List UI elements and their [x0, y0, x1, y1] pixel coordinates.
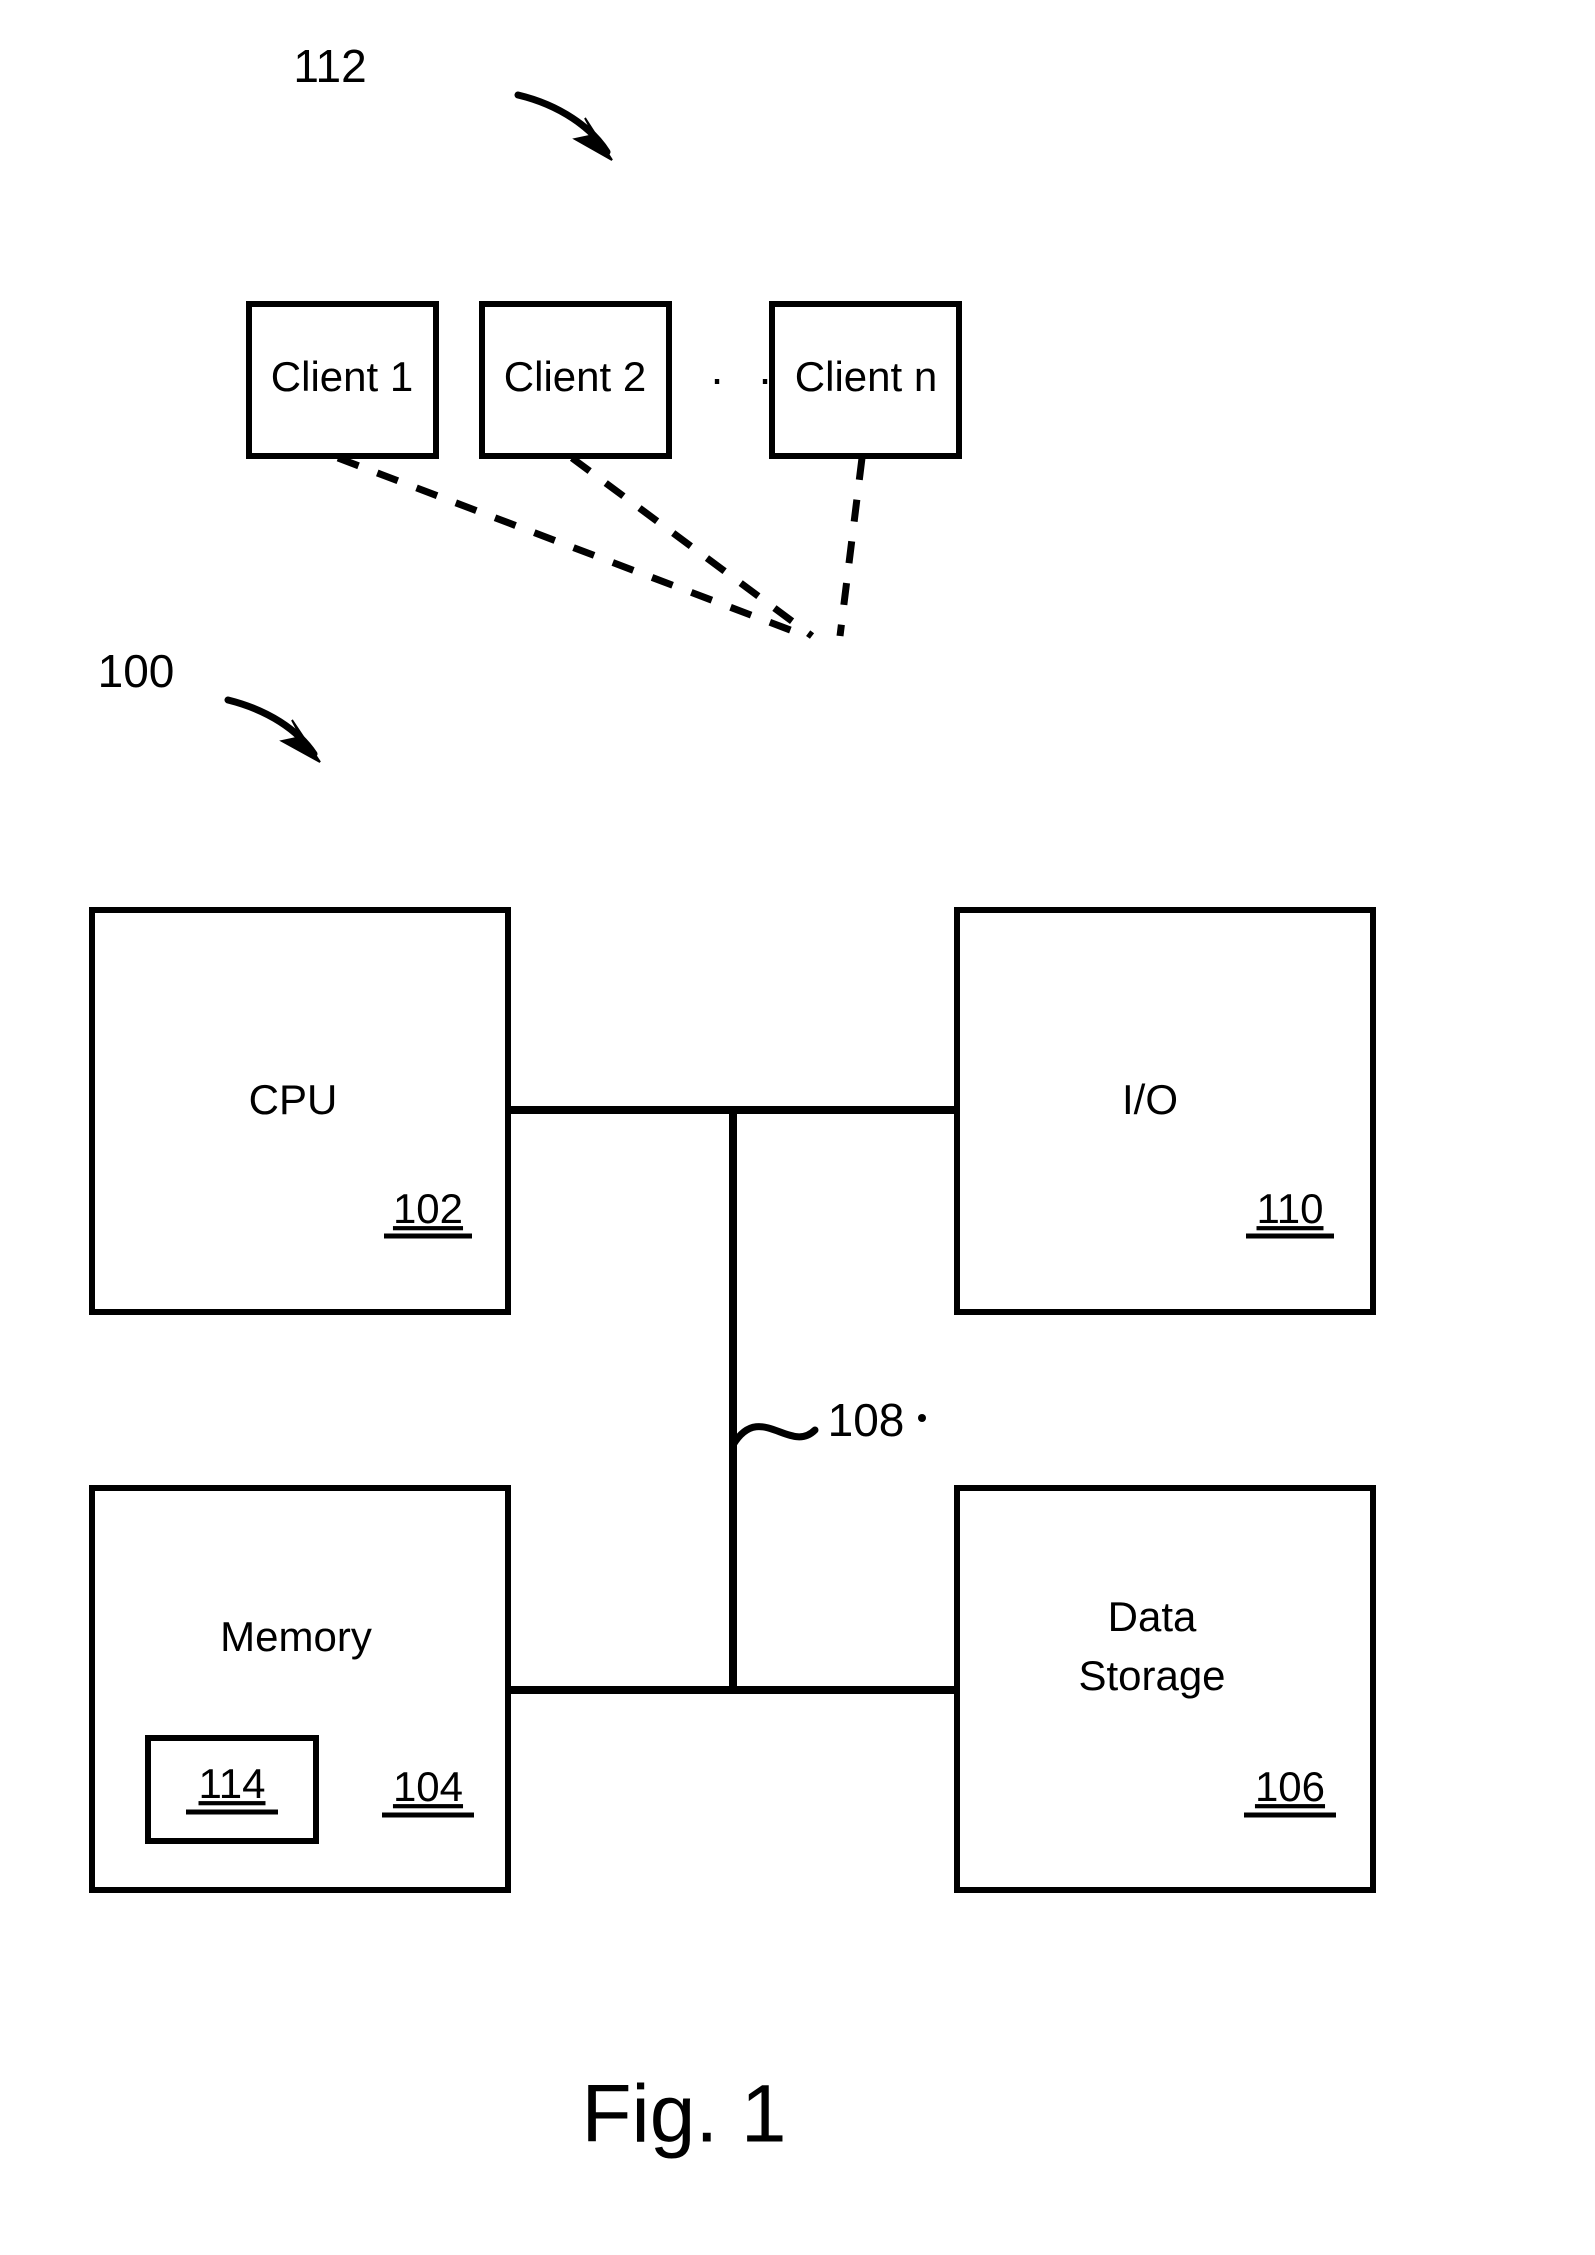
- memory-ref-number: 104: [393, 1763, 463, 1810]
- callout-108-label: 108: [828, 1394, 905, 1446]
- patent-figure-1: 112 Client 1 Client 2 · · · Client n 100…: [0, 0, 1595, 2255]
- client-2-to-io-link: [569, 455, 815, 639]
- data-storage-label-line1: Data: [1108, 1593, 1197, 1640]
- callout-108-tick: [918, 1414, 926, 1422]
- data-storage-ref-number: 106: [1255, 1763, 1325, 1810]
- client-n-to-io-link: [836, 457, 866, 637]
- client-n-label: Client n: [795, 353, 937, 400]
- data-storage-label-line2: Storage: [1078, 1652, 1225, 1699]
- figure-caption: Fig. 1: [581, 2069, 786, 2160]
- clients-ellipsis: · · ·: [661, 352, 783, 404]
- client-1-label: Client 1: [271, 353, 413, 400]
- client-2-label: Client 2: [504, 353, 646, 400]
- figure-canvas: 112 Client 1 Client 2 · · · Client n 100…: [89, 40, 1376, 2160]
- callout-112-label: 112: [293, 40, 366, 92]
- cpu-label: CPU: [249, 1076, 338, 1123]
- memory-label: Memory: [220, 1613, 372, 1660]
- callout-100-label: 100: [98, 645, 175, 697]
- cpu-ref-number: 102: [393, 1185, 463, 1232]
- memory-inner-ref-number: 114: [199, 1760, 266, 1807]
- callout-108-leader: [729, 1423, 819, 1449]
- io-label: I/O: [1122, 1076, 1178, 1123]
- io-ref-number: 110: [1257, 1185, 1324, 1232]
- client-1-to-io-link: [336, 454, 808, 640]
